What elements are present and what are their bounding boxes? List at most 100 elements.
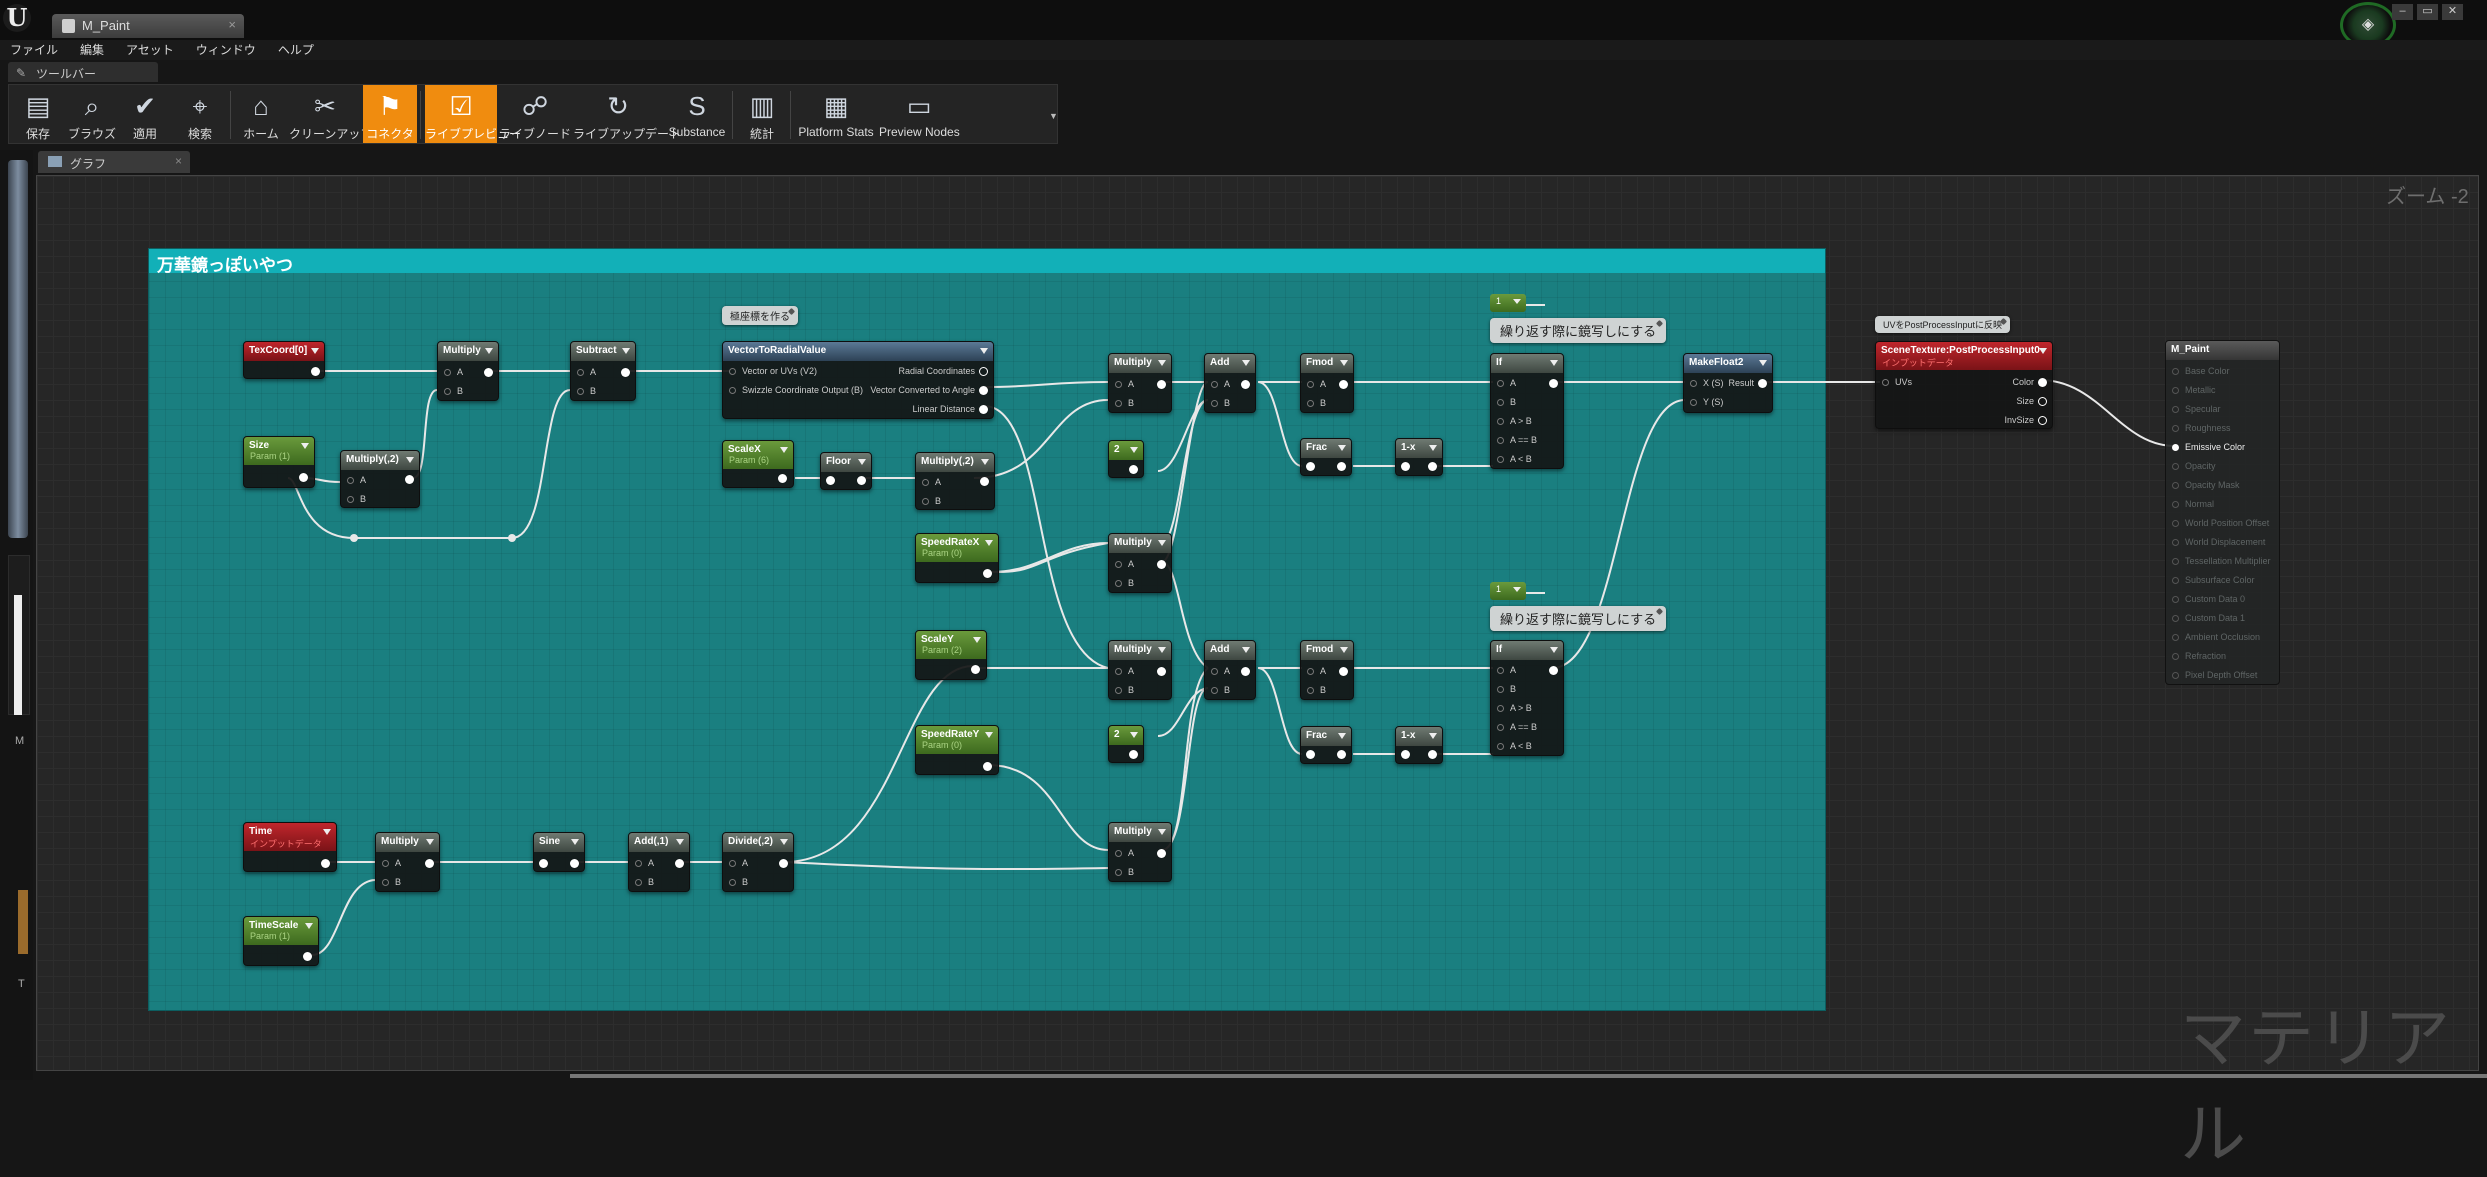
toolbar-button-save[interactable]: ▤ 保存 <box>11 85 65 143</box>
node-multiply-n2[interactable]: Multiply(,2) A B <box>340 450 420 508</box>
toolbar-button-substance[interactable]: S Substance <box>665 85 729 143</box>
pin-a[interactable]: A <box>1211 666 1230 676</box>
node-param-scaley[interactable]: ScaleY Param (2) <box>915 630 987 680</box>
output-pin[interactable] <box>1129 750 1138 759</box>
output-pin[interactable] <box>1428 750 1437 759</box>
pin-a[interactable]: A <box>729 858 748 868</box>
node-multiply-bottom[interactable]: Multiply A B <box>1108 822 1172 882</box>
output-pin[interactable] <box>2038 416 2047 425</box>
toolbar-panel-tab[interactable]: ✎ ツールバー <box>8 62 158 82</box>
result-input-pin[interactable]: Normal <box>2172 499 2214 509</box>
output-pin[interactable] <box>621 368 630 377</box>
node-multiply-speedx[interactable]: Multiply A B <box>1108 533 1172 593</box>
node-add-1[interactable]: Add(,1) A B <box>628 832 690 892</box>
pin-a-gt-b[interactable]: A > B <box>1497 703 1532 713</box>
graph-tab[interactable]: グラフ × <box>38 151 190 173</box>
node-frac-top[interactable]: Frac <box>1300 438 1352 476</box>
output-pin[interactable] <box>1157 380 1166 389</box>
minimize-icon[interactable]: – <box>2392 4 2413 20</box>
output-pin[interactable] <box>1129 465 1138 474</box>
toolbar-button-connector[interactable]: ⚑ コネクタ <box>363 85 417 143</box>
node-constant-1-bottom[interactable]: 1 <box>1490 582 1526 600</box>
output-pin[interactable] <box>484 368 493 377</box>
comment-bubble-polar[interactable]: 極座標を作る <box>722 306 798 325</box>
output-pin[interactable] <box>983 762 992 771</box>
result-input-pin[interactable]: World Displacement <box>2172 537 2265 547</box>
pin-a-eq-b[interactable]: A == B <box>1497 435 1537 445</box>
node-constant-2-top[interactable]: 2 <box>1108 440 1144 478</box>
output-pin[interactable] <box>980 477 989 486</box>
node-scene-texture[interactable]: SceneTexture:PostProcessInput0 インプットデータ U… <box>1875 341 2053 429</box>
output-pin[interactable] <box>1157 667 1166 676</box>
result-input-pin[interactable]: Emissive Color <box>2172 442 2245 452</box>
node-param-size[interactable]: Size Param (1) <box>243 436 315 488</box>
node-subtract[interactable]: Subtract A B <box>570 341 636 401</box>
pin-a-lt-b[interactable]: A < B <box>1497 454 1532 464</box>
unreal-logo-icon[interactable]: U <box>3 4 31 32</box>
close-window-icon[interactable]: ✕ <box>2442 4 2463 20</box>
output-pin[interactable] <box>303 952 312 961</box>
node-fmod-top[interactable]: Fmod A B <box>1300 353 1354 413</box>
node-multiply-1[interactable]: Multiply A B <box>437 341 499 401</box>
pin-b[interactable]: B <box>382 877 401 887</box>
left-panel-scrollbar[interactable] <box>8 160 28 538</box>
pin-a-eq-b[interactable]: A == B <box>1497 722 1537 732</box>
node-floor[interactable]: Floor <box>820 452 872 490</box>
output-pin[interactable] <box>778 474 787 483</box>
result-input-pin[interactable]: Ambient Occlusion <box>2172 632 2260 642</box>
pin-a[interactable]: A <box>444 367 463 377</box>
pin-uvs[interactable]: UVs <box>1882 377 1912 387</box>
output-pin[interactable] <box>1549 379 1558 388</box>
output-pin[interactable] <box>971 665 980 674</box>
node-divide-2[interactable]: Divide(,2) A B <box>722 832 794 892</box>
node-constant-1-top[interactable]: 1 <box>1490 294 1526 312</box>
toolbar-button-live-preview[interactable]: ☑ ライブプレビュー <box>425 85 521 143</box>
pin-b[interactable]: B <box>1115 867 1134 877</box>
pin-b[interactable]: B <box>922 496 941 506</box>
result-input-pin[interactable]: Opacity <box>2172 461 2216 471</box>
node-sine[interactable]: Sine <box>533 832 585 872</box>
output-pin[interactable] <box>321 859 330 868</box>
node-if-bottom[interactable]: If A B A > B A == B A < B <box>1490 640 1564 756</box>
result-input-pin[interactable]: Specular <box>2172 404 2221 414</box>
pin-a-gt-b[interactable]: A > B <box>1497 416 1532 426</box>
output-pin[interactable] <box>1241 380 1250 389</box>
result-input-pin[interactable]: Subsurface Color <box>2172 575 2255 585</box>
pin-b[interactable]: B <box>635 877 654 887</box>
pin-b[interactable]: B <box>1497 397 1516 407</box>
pin-b[interactable]: B <box>1115 685 1134 695</box>
output-pin[interactable] <box>1337 462 1346 471</box>
pin-a[interactable]: A <box>635 858 654 868</box>
result-input-pin[interactable]: Metallic <box>2172 385 2216 395</box>
output-pin[interactable] <box>979 367 988 376</box>
close-graph-tab-icon[interactable]: × <box>175 154 182 168</box>
comment-title[interactable]: 万華鏡っぽいやつ <box>149 249 1825 275</box>
menu-file[interactable]: ファイル <box>10 40 58 60</box>
pin-a[interactable]: A <box>1115 848 1134 858</box>
result-input-pin[interactable]: Opacity Mask <box>2172 480 2240 490</box>
pin-a[interactable]: A <box>1115 379 1134 389</box>
output-pin[interactable] <box>1758 379 1767 388</box>
menu-window[interactable]: ウィンドウ <box>196 40 256 60</box>
node-texcoord[interactable]: TexCoord[0] <box>243 341 325 379</box>
menu-asset[interactable]: アセット <box>126 40 174 60</box>
pin-b[interactable]: B <box>1307 685 1326 695</box>
pin-a[interactable]: A <box>382 858 401 868</box>
result-input-pin[interactable]: World Position Offset <box>2172 518 2269 528</box>
left-panel-slider[interactable] <box>14 595 22 715</box>
result-input-pin[interactable]: Pixel Depth Offset <box>2172 670 2257 680</box>
input-pin[interactable] <box>1401 462 1410 471</box>
node-fmod-bottom[interactable]: Fmod A B <box>1300 640 1354 700</box>
node-vector-to-radial-value[interactable]: VectorToRadialValue Vector or UVs (V2) S… <box>722 341 994 419</box>
menu-edit[interactable]: 編集 <box>80 40 104 60</box>
result-input-pin[interactable]: Custom Data 0 <box>2172 594 2245 604</box>
pin-b[interactable]: B <box>1115 578 1134 588</box>
pin-a[interactable]: A <box>1307 666 1326 676</box>
pin-a[interactable]: A <box>347 475 366 485</box>
output-pin[interactable] <box>2038 378 2047 387</box>
output-pin[interactable] <box>1549 666 1558 675</box>
input-pin[interactable] <box>1306 462 1315 471</box>
pin-swizzle[interactable]: Swizzle Coordinate Output (B) <box>729 385 863 395</box>
node-time[interactable]: Time インプットデータ <box>243 822 337 872</box>
node-multiply-time[interactable]: Multiply A B <box>375 832 440 892</box>
